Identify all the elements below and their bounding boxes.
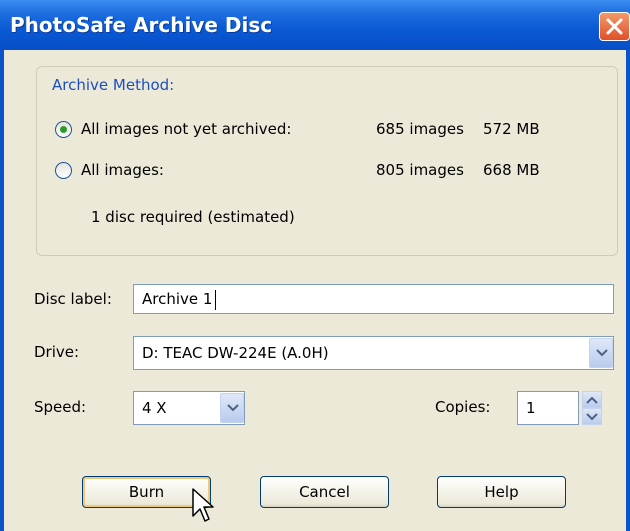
- speed-select[interactable]: 4 X: [133, 391, 245, 425]
- copies-input[interactable]: 1: [517, 391, 579, 425]
- archive-method-legend: Archive Method:: [52, 76, 175, 94]
- window-frame-right: [626, 50, 630, 531]
- drive-select[interactable]: D: TEAC DW-224E (A.0H): [133, 336, 614, 370]
- title-bar[interactable]: PhotoSafe Archive Disc: [0, 0, 630, 50]
- copies-spin-down[interactable]: [582, 408, 602, 425]
- window-frame-left: [0, 50, 4, 531]
- radio-not-yet-archived[interactable]: [55, 121, 72, 138]
- radio-selected-dot: [60, 126, 67, 133]
- copies-label: Copies:: [435, 398, 491, 416]
- archive-dialog: PhotoSafe Archive Disc Archive Method: A…: [0, 0, 630, 531]
- option-not-yet-archived-size: 572 MB: [483, 120, 540, 138]
- radio-all-images[interactable]: [55, 162, 72, 179]
- option-all-images-label[interactable]: All images:: [81, 161, 164, 179]
- disc-label-label: Disc label:: [34, 290, 112, 308]
- chevron-down-icon: [596, 349, 608, 357]
- discs-required-text: 1 disc required (estimated): [91, 208, 295, 226]
- help-button[interactable]: Help: [437, 476, 566, 508]
- chevron-up-icon: [586, 396, 598, 404]
- disc-label-input[interactable]: Archive 1: [133, 284, 614, 314]
- copies-spin-up[interactable]: [582, 391, 602, 408]
- window-title: PhotoSafe Archive Disc: [10, 13, 273, 37]
- option-all-images-count: 805 images: [376, 161, 464, 179]
- speed-dropdown-button[interactable]: [220, 393, 244, 423]
- chevron-down-icon: [586, 413, 598, 421]
- close-button[interactable]: [599, 12, 630, 41]
- cancel-button[interactable]: Cancel: [260, 476, 389, 508]
- speed-label: Speed:: [34, 398, 87, 416]
- copies-value: 1: [526, 399, 536, 417]
- mouse-cursor-icon: [192, 488, 214, 522]
- chevron-down-icon: [227, 404, 239, 412]
- drive-value: D: TEAC DW-224E (A.0H): [142, 344, 329, 362]
- option-not-yet-archived-count: 685 images: [376, 120, 464, 138]
- disc-label-value: Archive 1: [142, 290, 213, 308]
- option-all-images-size: 668 MB: [483, 161, 540, 179]
- drive-dropdown-button[interactable]: [589, 338, 613, 368]
- option-not-yet-archived-label[interactable]: All images not yet archived:: [81, 120, 291, 138]
- speed-value: 4 X: [142, 399, 167, 417]
- close-icon: [606, 18, 623, 35]
- text-caret: [215, 289, 217, 310]
- drive-label: Drive:: [34, 343, 80, 361]
